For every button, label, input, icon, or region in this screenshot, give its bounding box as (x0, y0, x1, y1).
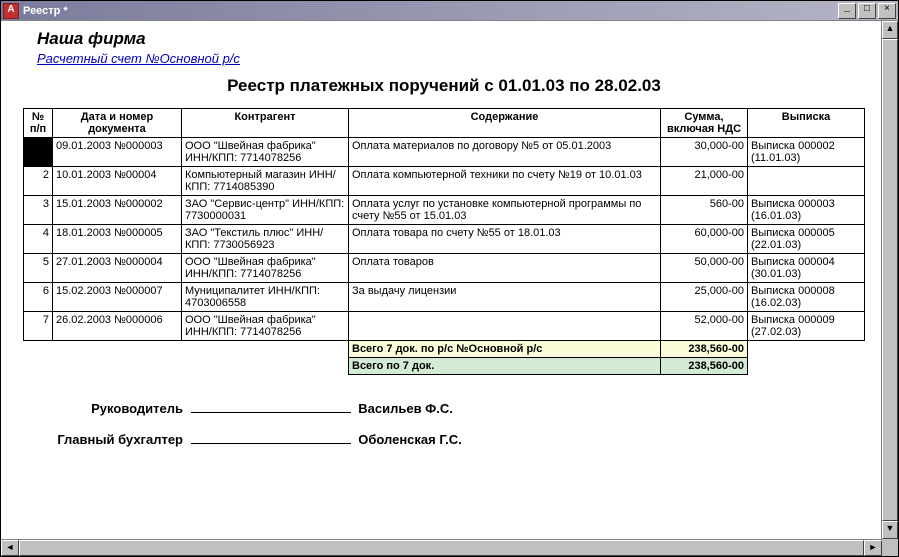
scroll-right-button[interactable]: ► (864, 540, 882, 556)
cell: За выдачу лицензии (349, 283, 661, 312)
scroll-thumb[interactable] (882, 39, 898, 521)
col-statement: Выписка (748, 109, 865, 138)
head-name: Васильев Ф.С. (358, 401, 453, 416)
cell: Оплата товаров (349, 254, 661, 283)
cell: 560-00 (661, 196, 748, 225)
cell: ООО "Швейная фабрика" ИНН/КПП: 771407825… (182, 312, 349, 341)
cell: Оплата материалов по договору №5 от 05.0… (349, 138, 661, 167)
cell: Выписка 000008 (16.02.03) (748, 283, 865, 312)
sign-accountant: Главный бухгалтер Оболенская Г.С. (23, 432, 865, 447)
cell (349, 312, 661, 341)
scroll-up-button[interactable]: ▲ (882, 21, 898, 39)
cell: Выписка 000005 (22.01.03) (748, 225, 865, 254)
cell: Компьютерный магазин ИНН/КПП: 7714085390 (182, 167, 349, 196)
cell: 60,000-00 (661, 225, 748, 254)
col-counterparty: Контрагент (182, 109, 349, 138)
cell: 30,000-00 (661, 138, 748, 167)
app-icon: A (3, 3, 19, 19)
cell: Муниципалитет ИНН/КПП: 4703006558 (182, 283, 349, 312)
cell: 3 (24, 196, 53, 225)
account-link[interactable]: Расчетный счет №Основной р/с (37, 51, 240, 66)
payments-table: № п/п Дата и номер документа Контрагент … (23, 108, 865, 375)
cell: ООО "Швейная фабрика" ИНН/КПП: 771407825… (182, 254, 349, 283)
accountant-name: Оболенская Г.С. (358, 432, 461, 447)
signatures: Руководитель Васильев Ф.С. Главный бухга… (23, 401, 865, 447)
sign-line (191, 412, 351, 413)
table-header-row: № п/п Дата и номер документа Контрагент … (24, 109, 865, 138)
title-bar[interactable]: A Реестр * _ □ × (1, 1, 898, 20)
firm-name: Наша фирма (37, 29, 865, 49)
cell: Оплата компьютерной техники по счету №19… (349, 167, 661, 196)
cell (748, 167, 865, 196)
accountant-label: Главный бухгалтер (23, 432, 183, 447)
cell: 6 (24, 283, 53, 312)
cell: 10.01.2003 №00004 (53, 167, 182, 196)
cell: Выписка 000002 (11.01.03) (748, 138, 865, 167)
cell: 15.02.2003 №000007 (53, 283, 182, 312)
subtotal-sum: 238,560-00 (661, 358, 748, 375)
horizontal-scrollbar[interactable]: ◄ ► (1, 539, 882, 556)
maximize-button[interactable]: □ (858, 3, 876, 19)
col-description: Содержание (349, 109, 661, 138)
cell: 21,000-00 (661, 167, 748, 196)
cell: Оплата услуг по установке компьютерной п… (349, 196, 661, 225)
subtotal-row: Всего 7 док. по р/с №Основной р/с238,560… (24, 341, 865, 358)
scroll-track[interactable] (19, 540, 864, 556)
table-row[interactable]: 726.02.2003 №000006ООО "Швейная фабрика"… (24, 312, 865, 341)
cell: 09.01.2003 №000003 (53, 138, 182, 167)
cell: 15.01.2003 №000002 (53, 196, 182, 225)
cell: Оплата товара по счету №55 от 18.01.03 (349, 225, 661, 254)
cell: 52,000-00 (661, 312, 748, 341)
cell: 2 (24, 167, 53, 196)
col-num: № п/п (24, 109, 53, 138)
head-label: Руководитель (23, 401, 183, 416)
cell: Выписка 000003 (16.01.03) (748, 196, 865, 225)
document-area: Наша фирма Расчетный счет №Основной р/с … (1, 21, 881, 539)
cell: 4 (24, 225, 53, 254)
sign-line (191, 443, 351, 444)
cell: 18.01.2003 №000005 (53, 225, 182, 254)
col-sum: Сумма, включая НДС (661, 109, 748, 138)
cell: 5 (24, 254, 53, 283)
subtotal-label: Всего по 7 док. (349, 358, 661, 375)
window-title: Реестр * (23, 5, 838, 17)
table-row[interactable]: 210.01.2003 №00004Компьютерный магазин И… (24, 167, 865, 196)
subtotal-label: Всего 7 док. по р/с №Основной р/с (349, 341, 661, 358)
cell: 26.02.2003 №000006 (53, 312, 182, 341)
vertical-scrollbar[interactable]: ▲ ▼ (881, 21, 898, 539)
scroll-thumb[interactable] (19, 540, 864, 556)
scroll-left-button[interactable]: ◄ (1, 540, 19, 556)
table-row[interactable]: 615.02.2003 №000007Муниципалитет ИНН/КПП… (24, 283, 865, 312)
sign-head: Руководитель Васильев Ф.С. (23, 401, 865, 416)
scroll-track[interactable] (882, 39, 898, 521)
cell: ЗАО "Сервис-центр" ИНН/КПП: 7730000031 (182, 196, 349, 225)
cell (24, 138, 53, 167)
table-row[interactable]: 527.01.2003 №000004ООО "Швейная фабрика"… (24, 254, 865, 283)
table-row[interactable]: 09.01.2003 №000003ООО "Швейная фабрика" … (24, 138, 865, 167)
table-row[interactable]: 315.01.2003 №000002ЗАО "Сервис-центр" ИН… (24, 196, 865, 225)
cell: ЗАО "Текстиль плюс" ИНН/КПП: 7730056923 (182, 225, 349, 254)
report-title: Реестр платежных поручений с 01.01.03 по… (23, 76, 865, 96)
subtotal-row: Всего по 7 док.238,560-00 (24, 358, 865, 375)
cell: 50,000-00 (661, 254, 748, 283)
col-date: Дата и номер документа (53, 109, 182, 138)
scroll-down-button[interactable]: ▼ (882, 521, 898, 539)
app-window: A Реестр * _ □ × Наша фирма Расчетный сч… (0, 0, 899, 557)
cell: 25,000-00 (661, 283, 748, 312)
close-button[interactable]: × (878, 3, 896, 19)
cell: ООО "Швейная фабрика" ИНН/КПП: 771407825… (182, 138, 349, 167)
scroll-corner (882, 539, 898, 555)
cell: 27.01.2003 №000004 (53, 254, 182, 283)
cell: 7 (24, 312, 53, 341)
subtotal-sum: 238,560-00 (661, 341, 748, 358)
minimize-button[interactable]: _ (838, 3, 856, 19)
cell: Выписка 000004 (30.01.03) (748, 254, 865, 283)
cell: Выписка 000009 (27.02.03) (748, 312, 865, 341)
table-row[interactable]: 418.01.2003 №000005ЗАО "Текстиль плюс" И… (24, 225, 865, 254)
